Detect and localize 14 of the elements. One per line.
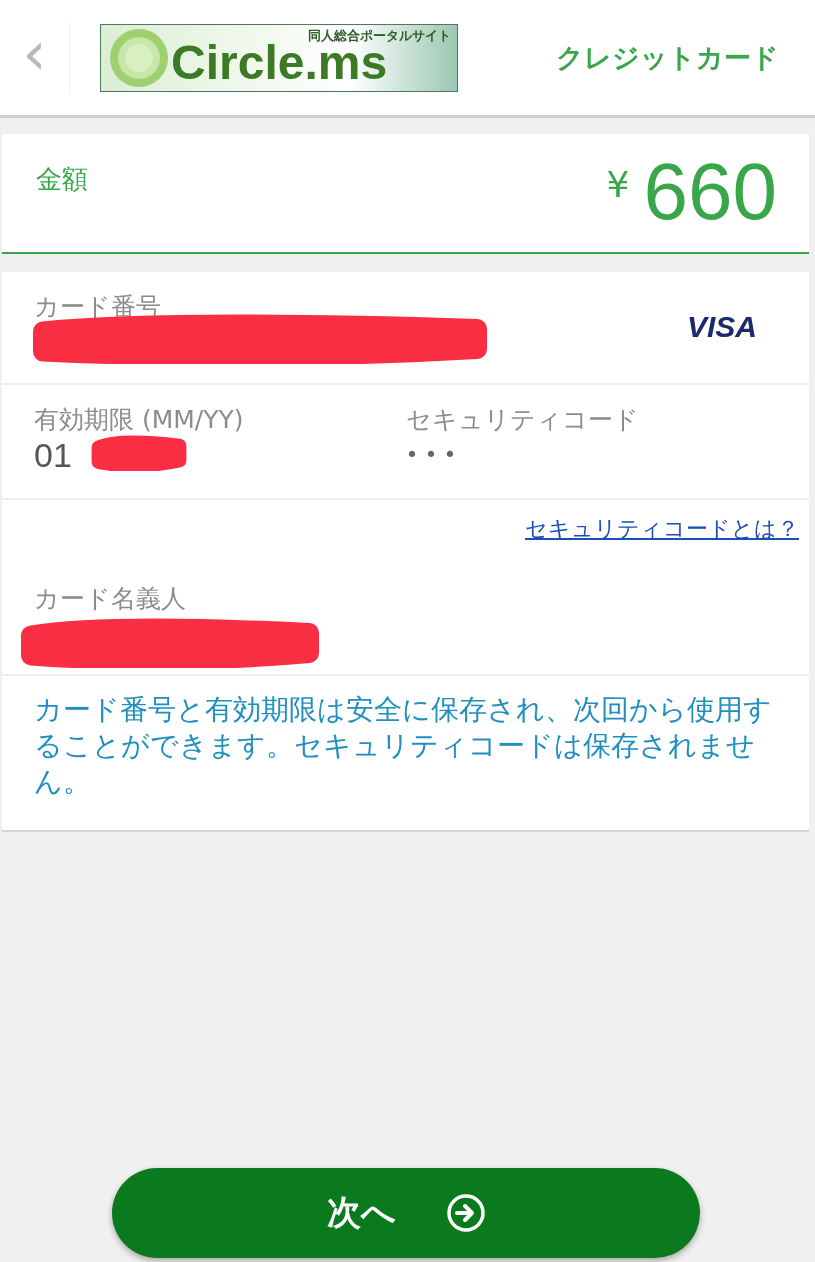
next-button[interactable]: 次へ [112,1168,700,1258]
field-label: セキュリティコード [405,404,639,436]
ring-icon [109,27,169,88]
page-title: クレジットカード [556,40,779,75]
amount-panel: 金額 ¥ 660 [2,134,809,254]
field-value: 01 [34,436,72,475]
arrow-right-icon [445,1193,486,1233]
field-label: カード名義人 [34,583,186,615]
help-link[interactable]: セキュリティコードとは？ [34,514,799,544]
card-brand-logo: VISA [686,310,757,344]
site-logo[interactable]: Circle.ms 同人総合ポータルサイト [100,23,458,92]
field-label: 有効期限 (MM/YY) [34,404,244,436]
field-value: ••• [405,442,463,467]
info-text: カード番号と有効期限は安全に保存され、次回から使用することができます。セキュリティコードは保存されません。 [33,692,773,800]
